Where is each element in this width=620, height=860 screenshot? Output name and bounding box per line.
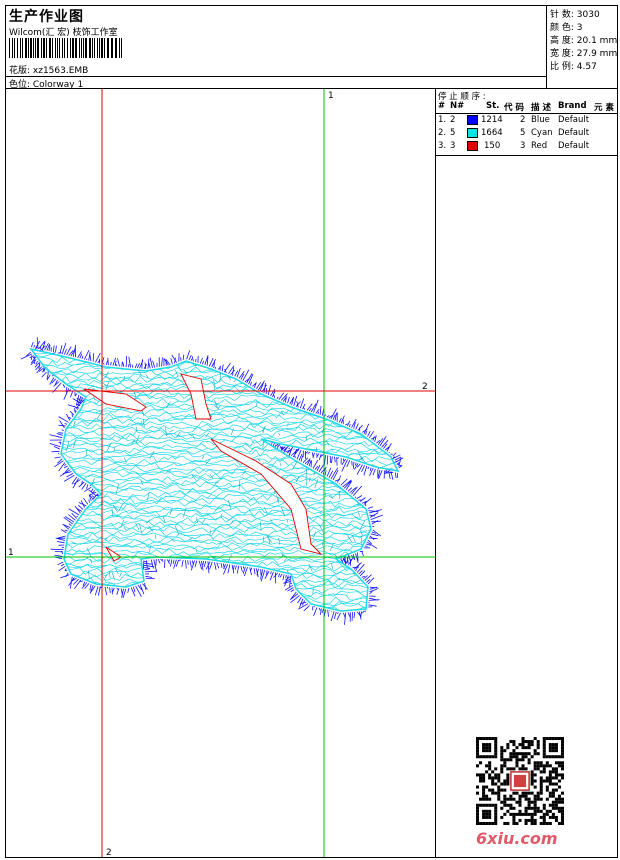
stat-label: 颜 色: — [550, 23, 574, 33]
header-info-panel: 生产作业图 Wilcom(汇 宏) 枝饰工作室 花版: xz1563.EMB 色… — [6, 6, 547, 90]
guide-label-right-red: 2 — [422, 382, 428, 392]
row-brand: Default — [558, 115, 590, 125]
stop-sequence-table: 停 止 顺 序 : # N# St. 代 码 描 述 Brand 元 素 1. … — [436, 89, 617, 156]
col-index: # — [438, 101, 446, 111]
row-n: 5 — [450, 128, 456, 138]
stat-value: 3 — [576, 23, 583, 33]
table-row: 3. 3 150 3 Red Default — [436, 141, 617, 153]
stat-label: 宽 度: — [550, 49, 574, 59]
header-divider — [6, 76, 547, 77]
stat-stitch-count: 针 数: 3030 — [550, 7, 600, 20]
row-stitches: 1214 — [481, 115, 503, 125]
production-sheet: 生产作业图 Wilcom(汇 宏) 枝饰工作室 花版: xz1563.EMB 色… — [5, 5, 618, 858]
company-name: Wilcom(汇 宏) 枝饰工作室 — [9, 28, 118, 38]
watermark-logo: 6xiu.com — [476, 829, 558, 848]
cyan-stitch-layer — [29, 347, 400, 612]
stat-width: 宽 度: 27.9 mm — [550, 46, 617, 59]
row-stitches: 150 — [484, 141, 501, 151]
row-desc: Blue — [531, 115, 550, 125]
row-stitches: 1664 — [481, 128, 503, 138]
col-code: 代 码 — [504, 103, 524, 113]
col-element: 元 素 — [594, 103, 614, 113]
row-desc: Cyan — [531, 128, 553, 138]
row-index: 2. — [438, 128, 447, 138]
col-n: N# — [450, 101, 465, 111]
color-swatch-cyan — [467, 128, 478, 138]
embroidery-design: 2 1 2 1 — [6, 89, 436, 857]
stat-scale: 比 例: 4.57 — [550, 59, 597, 72]
row-code: 2 — [520, 115, 526, 125]
col-stitches: St. — [486, 101, 500, 111]
stat-label: 针 数: — [550, 10, 574, 20]
page-title: 生产作业图 — [9, 9, 84, 25]
stat-value: 3030 — [576, 10, 600, 20]
row-n: 3 — [450, 141, 456, 151]
guide-label-top-green: 1 — [328, 91, 334, 101]
qr-code-image — [476, 737, 564, 825]
stat-value: 20.1 mm — [576, 36, 618, 46]
design-file-name: 花版: xz1563.EMB — [9, 66, 89, 76]
row-n: 2 — [450, 115, 456, 125]
stat-label: 比 例: — [550, 62, 574, 72]
table-header-divider — [436, 113, 617, 114]
col-desc: 描 述 — [531, 103, 551, 113]
design-stats-panel: 针 数: 3030 颜 色: 3 高 度: 20.1 mm 宽 度: 27.9 … — [547, 6, 617, 89]
guide-label-bottom-red: 2 — [106, 848, 112, 857]
stat-value: 4.57 — [576, 62, 597, 72]
color-swatch-blue — [467, 115, 478, 125]
stat-label: 高 度: — [550, 36, 574, 46]
col-brand: Brand — [558, 101, 587, 111]
table-header: # N# St. 代 码 描 述 Brand 元 素 — [436, 101, 617, 113]
row-code: 3 — [520, 141, 526, 151]
stat-color-count: 颜 色: 3 — [550, 20, 583, 33]
stat-height: 高 度: 20.1 mm — [550, 33, 617, 46]
barcode-image — [9, 38, 122, 58]
row-index: 1. — [438, 115, 447, 125]
row-brand: Default — [558, 128, 590, 138]
row-brand: Default — [558, 141, 590, 151]
table-row: 2. 5 1664 5 Cyan Default — [436, 128, 617, 140]
row-code: 5 — [520, 128, 526, 138]
row-desc: Red — [531, 141, 548, 151]
design-preview-canvas: 2 1 2 1 — [6, 89, 436, 857]
table-row: 1. 2 1214 2 Blue Default — [436, 115, 617, 127]
guide-label-left-green: 1 — [8, 548, 14, 558]
row-index: 3. — [438, 141, 447, 151]
color-swatch-red — [467, 141, 478, 151]
stat-value: 27.9 mm — [576, 49, 618, 59]
